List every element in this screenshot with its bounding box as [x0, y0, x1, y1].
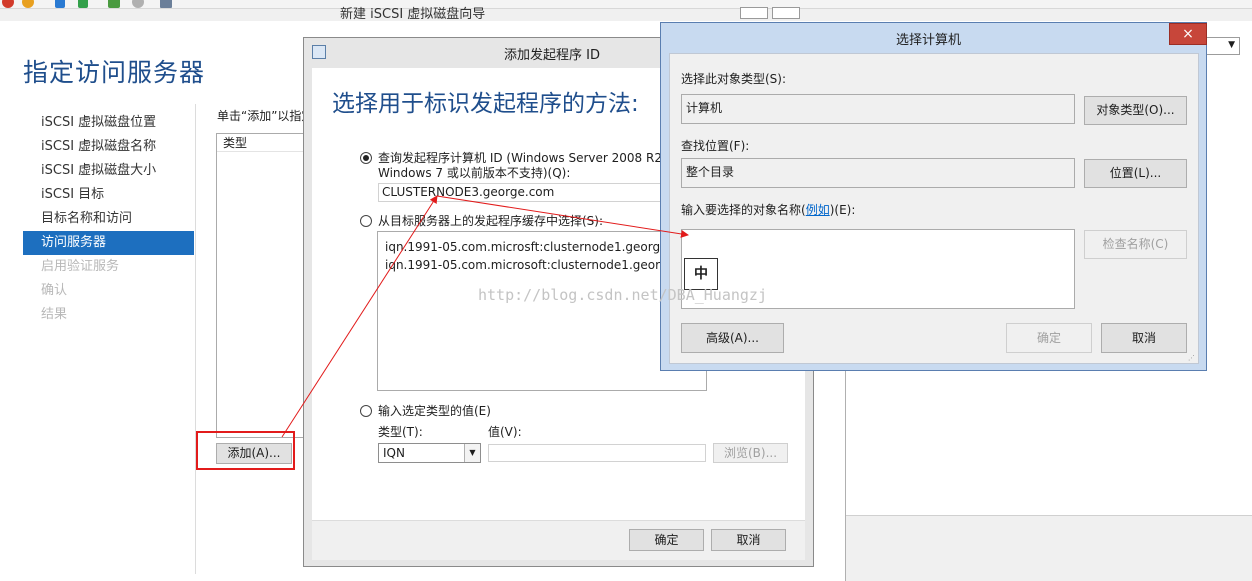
cache-item-1[interactable]: iqn.1991-05.com.microsft:clusternode1.ge…	[381, 238, 706, 256]
option-query-label-2: Windows 7 或以前版本不支持)(Q):	[378, 166, 571, 180]
dialog-heading: 选择用于标识发起程序的方法:	[332, 91, 639, 117]
annotation-highlight-frame	[196, 431, 295, 470]
enter-names-label: 输入要选择的对象名称(例如)(E):	[681, 201, 855, 218]
nav-item-disk-size[interactable]: iSCSI 虚拟磁盘大小	[23, 159, 194, 183]
initiator-list[interactable]: 类型	[216, 133, 308, 438]
enter-names-label-suffix: )(E):	[829, 203, 856, 217]
app-icon	[312, 45, 326, 59]
check-names-button[interactable]: 检查名称(C)	[1084, 230, 1187, 259]
cache-list[interactable]: iqn.1991-05.com.microsft:clusternode1.ge…	[377, 231, 707, 391]
object-types-button[interactable]: 对象类型(O)...	[1084, 96, 1187, 125]
type-select[interactable]: IQN ▼	[378, 443, 481, 463]
stop-icon[interactable]	[2, 0, 14, 8]
option-cache-label: 从目标服务器上的发起程序缓存中选择(S):	[378, 214, 604, 228]
dialog-title: 选择计算机	[896, 33, 962, 48]
chevron-down-icon: ▼	[1228, 40, 1235, 50]
select-computer-dialog: 选择计算机 × 选择此对象类型(S): 计算机 对象类型(O)... 查找位置(…	[660, 22, 1207, 371]
value-input[interactable]	[488, 444, 706, 462]
radio-enter-value[interactable]	[360, 405, 372, 417]
location-field: 整个目录	[681, 158, 1075, 188]
nav-item-results: 结果	[41, 307, 68, 322]
minimize-button[interactable]	[740, 7, 768, 19]
cancel-button[interactable]: 取消	[1101, 323, 1187, 353]
dialog-title: 添加发起程序 ID	[504, 48, 600, 63]
advanced-button[interactable]: 高级(A)...	[681, 323, 784, 353]
play-icon[interactable]	[78, 0, 88, 8]
add-hint-text: 单击“添加”以指定	[217, 109, 314, 123]
query-computer-input[interactable]: CLUSTERNODE3.george.com	[378, 183, 668, 202]
value-label: 值(V):	[488, 425, 522, 439]
dialog-body: 选择此对象类型(S): 计算机 对象类型(O)... 查找位置(F): 整个目录…	[669, 53, 1199, 364]
right-panel-footer	[846, 515, 1252, 581]
object-type-field: 计算机	[681, 94, 1075, 124]
list-header-type[interactable]: 类型	[217, 134, 307, 152]
location-label: 查找位置(F):	[681, 139, 750, 153]
type-label: 类型(T):	[378, 425, 423, 439]
browse-button[interactable]: 浏览(B)...	[713, 443, 788, 463]
nav-item-confirm: 确认	[41, 283, 68, 298]
undo-icon[interactable]	[132, 0, 144, 8]
close-icon[interactable]: ×	[1169, 23, 1207, 45]
pause-icon[interactable]	[55, 0, 65, 8]
radio-cache[interactable]	[360, 215, 372, 227]
ok-button[interactable]: 确定	[629, 529, 704, 551]
maximize-button[interactable]	[772, 7, 800, 19]
nav-item-enable-auth: 启用验证服务	[41, 259, 120, 274]
nav-item-disk-location[interactable]: iSCSI 虚拟磁盘位置	[23, 111, 194, 135]
top-toolbar	[0, 0, 1252, 9]
cache-item-2[interactable]: iqn.1991-05.com.microsoft:clusternode1.g…	[381, 256, 706, 274]
watermark: http://blog.csdn.net/DBA_Huangzj	[478, 286, 767, 304]
type-select-value: IQN	[383, 446, 405, 460]
nav-item-access-servers[interactable]: 访问服务器	[23, 231, 194, 255]
chevron-down-icon[interactable]: ▼	[464, 444, 480, 462]
locations-button[interactable]: 位置(L)...	[1084, 159, 1187, 188]
nav-item-iscsi-target[interactable]: iSCSI 目标	[23, 183, 194, 207]
wizard-nav: iSCSI 虚拟磁盘位置 iSCSI 虚拟磁盘名称 iSCSI 虚拟磁盘大小 i…	[23, 111, 194, 327]
page-title: 指定访问服务器	[23, 58, 206, 87]
ok-button[interactable]: 确定	[1006, 323, 1092, 353]
option-value-label: 输入选定类型的值(E)	[378, 404, 491, 418]
refresh-icon[interactable]	[22, 0, 34, 8]
reset-icon[interactable]	[108, 0, 120, 8]
radio-query-computer-id[interactable]	[360, 152, 372, 164]
dialog-footer: 确定 取消	[312, 520, 805, 560]
monitor-icon[interactable]	[160, 0, 172, 8]
nav-item-disk-name[interactable]: iSCSI 虚拟磁盘名称	[23, 135, 194, 159]
wizard-titlebar: 新建 iSCSI 虚拟磁盘向导	[0, 7, 1252, 22]
resize-grip-icon[interactable]: ⋰	[1188, 354, 1198, 364]
wizard-title: 新建 iSCSI 虚拟磁盘向导	[340, 7, 486, 22]
cancel-button[interactable]: 取消	[711, 529, 786, 551]
object-type-label: 选择此对象类型(S):	[681, 72, 787, 86]
nav-item-target-name-access[interactable]: 目标名称和访问	[23, 207, 194, 231]
enter-names-label-prefix: 输入要选择的对象名称(	[681, 203, 806, 217]
nav-divider	[195, 104, 196, 574]
examples-link[interactable]: 例如	[806, 203, 830, 217]
